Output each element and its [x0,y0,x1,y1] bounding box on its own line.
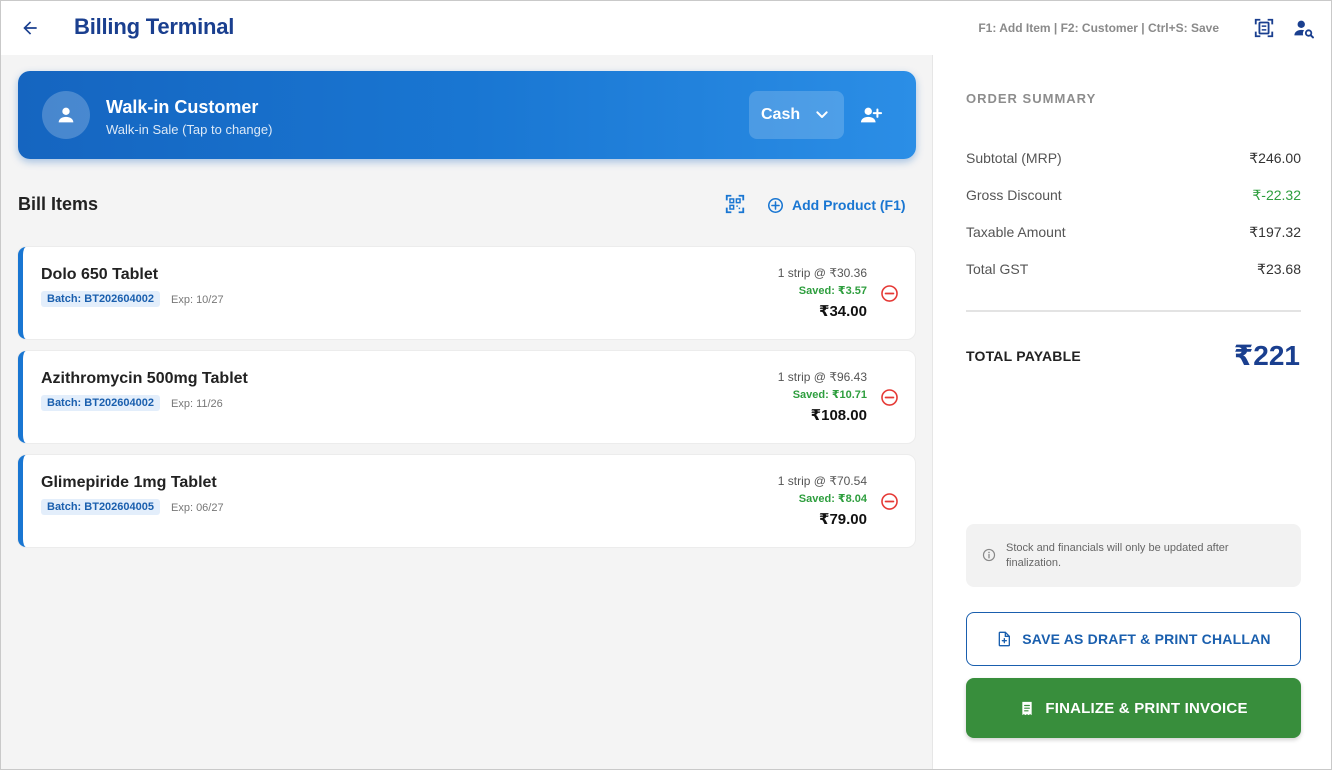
customer-card[interactable]: Walk-in Customer Walk-in Sale (Tap to ch… [18,71,916,159]
add-product-label: Add Product (F1) [792,197,906,213]
bill-panel: Walk-in Customer Walk-in Sale (Tap to ch… [1,55,932,769]
bill-items-title: Bill Items [18,194,99,214]
person-icon [58,107,74,123]
customer-search-button[interactable] [1291,15,1317,41]
summary-value: ₹23.68 [1257,261,1301,277]
notice-text: Stock and financials will only be update… [1006,542,1229,569]
chevron-down-icon [816,111,828,118]
summary-row-discount: Gross Discount ₹-22.32 [966,187,1301,207]
document-scanner-icon [1254,18,1274,38]
bill-item-row[interactable]: Glimepiride 1mg Tablet Batch: BT20260400… [18,455,915,547]
summary-label: Subtotal (MRP) [966,150,1062,166]
finalization-notice: Stock and financials will only be update… [966,524,1301,587]
remove-item-button[interactable] [879,283,899,303]
keyboard-shortcuts-hint: F1: Add Item | F2: Customer | Ctrl+S: Sa… [978,21,1219,35]
summary-label: Total GST [966,261,1029,277]
app-header: Billing Terminal F1: Add Item | F2: Cust… [1,1,1331,55]
add-product-button[interactable]: Add Product (F1) [767,194,906,216]
customer-subtitle: Walk-in Sale (Tap to change) [106,122,273,137]
item-name: Azithromycin 500mg Tablet [41,370,248,387]
summary-value: ₹246.00 [1249,150,1301,166]
order-summary-title: ORDER SUMMARY [966,91,1097,106]
summary-divider [966,310,1301,312]
minus-circle-icon [880,492,898,510]
batch-badge: Batch: BT202604005 [41,499,161,515]
item-amount: ₹108.00 [810,407,867,424]
plus-circle-icon [767,197,784,213]
info-icon [982,548,996,562]
bill-item-row[interactable]: Dolo 650 Tablet Batch: BT202604002 Exp: … [18,247,915,339]
scan-document-button[interactable] [1251,15,1277,41]
minus-circle-icon [880,284,898,302]
summary-row-gst: Total GST ₹23.68 [966,261,1301,281]
customer-name: Walk-in Customer [106,97,259,117]
add-customer-button[interactable] [858,103,884,127]
payment-mode-value: Cash [761,106,801,123]
item-rate: 1 strip @ ₹96.43 [777,370,867,384]
expiry-date: Exp: 06/27 [171,502,224,514]
summary-value: ₹197.32 [1249,224,1301,240]
item-amount: ₹34.00 [819,303,867,320]
summary-row-subtotal: Subtotal (MRP) ₹246.00 [966,150,1301,170]
finalize-invoice-label: FINALIZE & PRINT INVOICE [1045,699,1248,717]
summary-label: Taxable Amount [966,224,1066,240]
save-draft-button[interactable]: SAVE AS DRAFT & PRINT CHALLAN [966,612,1301,666]
avatar [42,91,90,139]
remove-item-button[interactable] [879,387,899,407]
receipt-icon [1022,701,1033,715]
save-draft-label: SAVE AS DRAFT & PRINT CHALLAN [1022,631,1271,647]
page-title: Billing Terminal [74,14,235,39]
summary-value: ₹-22.32 [1252,187,1301,203]
item-rate: 1 strip @ ₹30.36 [777,266,867,280]
expiry-date: Exp: 11/26 [171,398,223,410]
summary-row-taxable: Taxable Amount ₹197.32 [966,224,1301,244]
item-name: Dolo 650 Tablet [41,266,159,283]
item-saved: Saved: ₹8.04 [798,493,867,505]
item-rate: 1 strip @ ₹70.54 [777,474,867,488]
item-amount: ₹79.00 [819,511,867,528]
total-payable-label: TOTAL PAYABLE [966,348,1081,364]
person-add-icon [860,107,883,123]
item-saved: Saved: ₹10.71 [792,389,867,401]
minus-circle-icon [880,388,898,406]
finalize-invoice-button[interactable]: FINALIZE & PRINT INVOICE [966,678,1301,738]
user-search-icon [1294,20,1314,39]
file-plus-icon [998,631,1011,647]
remove-item-button[interactable] [879,491,899,511]
summary-label: Gross Discount [966,187,1062,203]
qr-scan-icon [725,194,745,214]
item-name: Glimepiride 1mg Tablet [41,474,217,491]
item-saved: Saved: ₹3.57 [798,285,867,297]
order-summary-panel: ORDER SUMMARY Subtotal (MRP) ₹246.00 Gro… [932,55,1331,769]
batch-badge: Batch: BT202604002 [41,291,161,307]
expiry-date: Exp: 10/27 [171,294,224,306]
payment-mode-select[interactable]: Cash [749,91,844,139]
billing-app: Billing Terminal F1: Add Item | F2: Cust… [0,0,1332,770]
bill-item-row[interactable]: Azithromycin 500mg Tablet Batch: BT20260… [18,351,915,443]
batch-badge: Batch: BT202604002 [41,395,161,411]
scan-barcode-button[interactable] [723,192,747,216]
total-payable-value: ₹221 [1233,340,1300,371]
back-button[interactable] [17,15,43,41]
arrow-left-icon [23,21,37,35]
